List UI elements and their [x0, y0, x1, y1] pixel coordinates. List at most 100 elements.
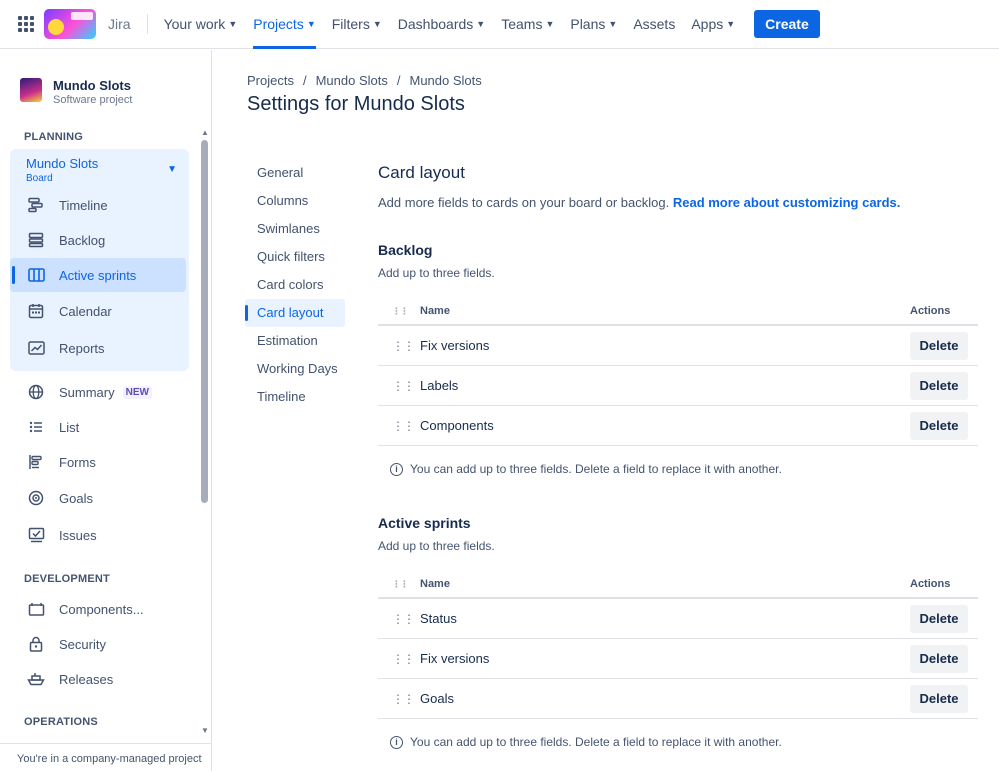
backlog-icon [26, 230, 46, 250]
nav-your-work[interactable]: Your work ▼ [164, 0, 238, 49]
subnav-general[interactable]: General [245, 159, 345, 187]
project-header[interactable]: Mundo Slots Software project [20, 78, 132, 107]
new-badge: NEW [122, 385, 152, 399]
page-title: Settings for Mundo Slots [247, 93, 465, 115]
table-row[interactable]: ⋮⋮ Components Delete [378, 406, 978, 446]
subnav-card-colors[interactable]: Card colors [245, 271, 345, 299]
components-icon [26, 599, 46, 619]
board-title[interactable]: Mundo Slots [26, 156, 98, 171]
field-name: Fix versions [420, 338, 490, 353]
actions-column-header: Actions [910, 578, 951, 590]
table-row[interactable]: ⋮⋮ Labels Delete [378, 366, 978, 406]
sidebar-scrollbar[interactable]: ▲ ▼ [201, 128, 209, 740]
delete-button[interactable]: Delete [910, 411, 968, 440]
customizing-cards-link[interactable]: Read more about customizing cards. [673, 195, 901, 210]
table-row[interactable]: ⋮⋮ Goals Delete [378, 679, 978, 719]
sidebar-item-backlog[interactable]: Backlog [10, 223, 186, 257]
lock-icon [26, 634, 46, 654]
breadcrumb-projects[interactable]: Projects [247, 73, 294, 88]
breadcrumb-board[interactable]: Mundo Slots [409, 73, 481, 88]
nav-projects[interactable]: Projects ▼ [253, 0, 316, 49]
create-button[interactable]: Create [754, 10, 820, 38]
nav-plans[interactable]: Plans ▼ [570, 0, 617, 49]
sidebar-item-timeline[interactable]: Timeline [10, 188, 186, 222]
delete-button[interactable]: Delete [910, 371, 968, 400]
sidebar-item-summary[interactable]: Summary NEW [10, 375, 186, 409]
scroll-up-icon[interactable]: ▲ [201, 128, 209, 137]
top-navigation: Jira Your work ▼ Projects ▼ Filters ▼ Dashb… [0, 0, 999, 49]
goals-icon [26, 488, 46, 508]
chevron-down-icon: ▼ [228, 19, 238, 29]
section-planning: PLANNING [24, 131, 84, 143]
delete-button[interactable]: Delete [910, 604, 968, 633]
backlog-info-message: i You can add up to three fields. Delete… [378, 462, 978, 476]
delete-button[interactable]: Delete [910, 331, 968, 360]
drag-handle-icon: ⋮⋮ [392, 305, 409, 316]
table-row[interactable]: ⋮⋮ Fix versions Delete [378, 639, 978, 679]
scroll-down-icon[interactable]: ▼ [201, 726, 209, 735]
active-sprints-section-title: Active sprints [378, 515, 471, 531]
scrollbar-thumb[interactable] [201, 140, 208, 503]
nav-assets[interactable]: Assets [633, 0, 675, 49]
subnav-estimation[interactable]: Estimation [245, 327, 345, 355]
table-row[interactable]: ⋮⋮ Status Delete [378, 599, 978, 639]
drag-handle-icon[interactable]: ⋮⋮ [378, 612, 420, 626]
forms-icon [26, 452, 46, 472]
drag-handle-icon[interactable]: ⋮⋮ [378, 652, 420, 666]
subnav-quick-filters[interactable]: Quick filters [245, 243, 345, 271]
company-managed-note[interactable]: You're in a company-managed project [0, 743, 211, 771]
subnav-working-days[interactable]: Working Days [245, 355, 345, 383]
card-layout-heading: Card layout [378, 163, 465, 182]
subnav-columns[interactable]: Columns [245, 187, 345, 215]
chevron-down-icon: ▼ [372, 19, 382, 29]
backlog-section-subtitle: Add up to three fields. [378, 266, 495, 280]
sidebar-item-components[interactable]: Components... [10, 592, 186, 626]
table-header: ⋮⋮ Name Actions [378, 571, 978, 599]
nav-apps[interactable]: Apps ▼ [691, 0, 735, 49]
active-sprints-section-subtitle: Add up to three fields. [378, 539, 495, 553]
sidebar-item-reports[interactable]: Reports [10, 331, 186, 365]
chevron-down-icon: ▼ [306, 19, 316, 29]
app-switcher-icon[interactable] [18, 16, 34, 32]
sidebar-item-forms[interactable]: Forms [10, 445, 186, 479]
drag-handle-icon[interactable]: ⋮⋮ [378, 419, 420, 433]
subnav-card-layout[interactable]: Card layout [245, 299, 345, 327]
project-avatar [20, 78, 42, 102]
project-type: Software project [53, 94, 133, 106]
globe-icon [26, 382, 46, 402]
card-layout-description: Add more fields to cards on your board o… [378, 195, 901, 210]
breadcrumb: Projects / Mundo Slots / Mundo Slots [247, 73, 482, 88]
sidebar-item-list[interactable]: List [10, 410, 186, 444]
project-name: Mundo Slots [53, 78, 131, 93]
breadcrumb-project[interactable]: Mundo Slots [316, 73, 388, 88]
nav-filters[interactable]: Filters ▼ [332, 0, 382, 49]
sidebar-item-issues[interactable]: Issues [10, 518, 186, 552]
sidebar-item-security[interactable]: Security [10, 627, 186, 661]
subnav-timeline[interactable]: Timeline [245, 383, 345, 411]
field-name: Goals [420, 691, 454, 706]
drag-handle-icon[interactable]: ⋮⋮ [378, 692, 420, 706]
name-column-header: Name [420, 578, 450, 590]
field-name: Status [420, 611, 457, 626]
board-subtitle: Board [26, 173, 53, 184]
actions-column-header: Actions [910, 305, 951, 317]
table-row[interactable]: ⋮⋮ Fix versions Delete [378, 326, 978, 366]
subnav-swimlanes[interactable]: Swimlanes [245, 215, 345, 243]
drag-handle-icon[interactable]: ⋮⋮ [378, 379, 420, 393]
delete-button[interactable]: Delete [910, 644, 968, 673]
product-name[interactable]: Jira [108, 14, 148, 34]
project-sidebar: Mundo Slots Software project PLANNING Mu… [0, 50, 212, 771]
sidebar-item-calendar[interactable]: Calendar [10, 294, 186, 328]
site-logo[interactable] [44, 9, 96, 39]
sidebar-item-releases[interactable]: Releases [10, 662, 186, 696]
delete-button[interactable]: Delete [910, 684, 968, 713]
drag-handle-icon[interactable]: ⋮⋮ [378, 339, 420, 353]
section-operations: OPERATIONS [24, 716, 98, 728]
nav-teams[interactable]: Teams ▼ [501, 0, 554, 49]
chevron-down-icon: ▼ [545, 19, 555, 29]
sidebar-item-goals[interactable]: Goals [10, 481, 186, 515]
sidebar-item-active-sprints[interactable]: Active sprints [10, 258, 186, 292]
nav-dashboards[interactable]: Dashboards ▼ [398, 0, 485, 49]
field-name: Components [420, 418, 494, 433]
chevron-down-icon[interactable]: ▼ [167, 164, 177, 175]
